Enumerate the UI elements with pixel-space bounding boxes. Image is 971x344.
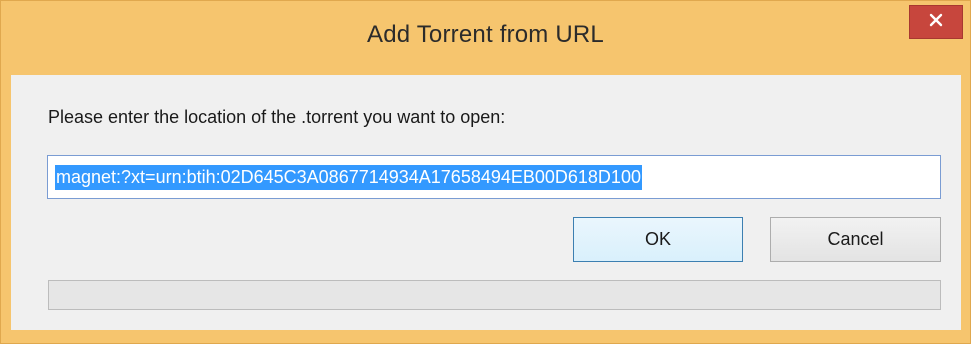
close-button[interactable] <box>909 5 963 39</box>
url-input[interactable]: magnet:?xt=urn:btih:02D645C3A0867714934A… <box>47 155 941 199</box>
progress-bar <box>48 280 941 310</box>
close-icon <box>928 12 944 33</box>
title-bar[interactable]: Add Torrent from URL <box>1 1 970 75</box>
url-prompt-label: Please enter the location of the .torren… <box>48 107 506 127</box>
dialog-title: Add Torrent from URL <box>367 21 604 48</box>
cancel-button[interactable]: Cancel <box>770 217 941 262</box>
add-torrent-dialog: Add Torrent from URL Please enter the lo… <box>0 0 971 344</box>
ok-button[interactable]: OK <box>573 217 743 262</box>
dialog-body: Please enter the location of the .torren… <box>11 75 961 330</box>
url-input-value: magnet:?xt=urn:btih:02D645C3A0867714934A… <box>55 164 642 190</box>
